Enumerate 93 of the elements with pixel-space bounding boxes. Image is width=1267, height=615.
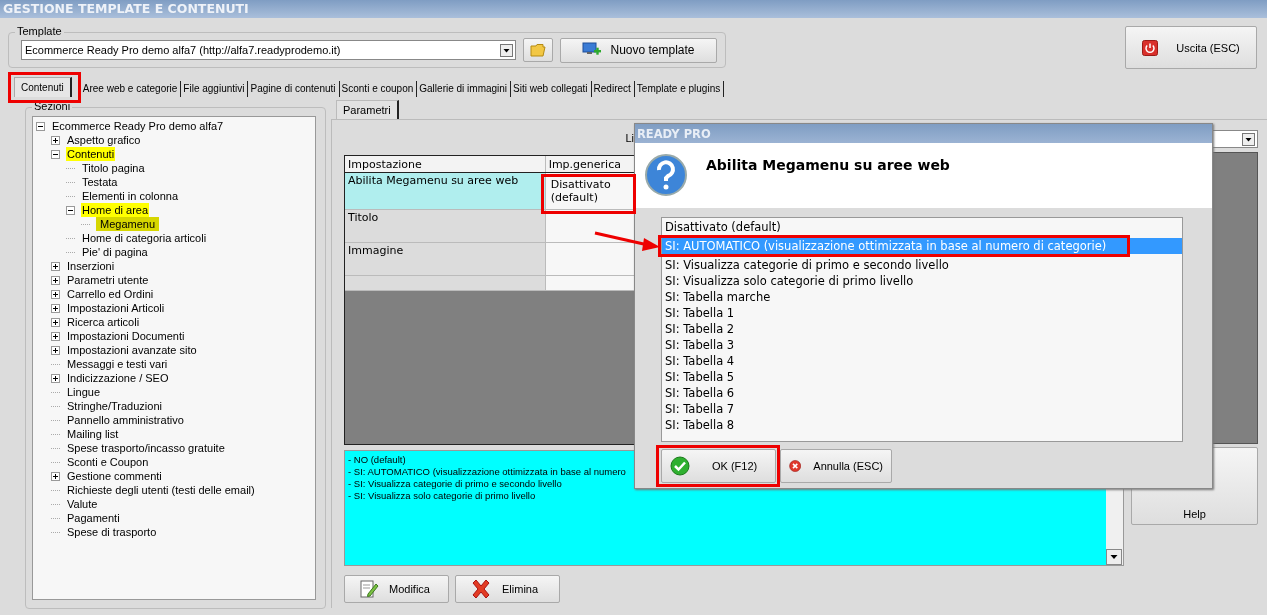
- tree-item[interactable]: Spese di trasporto: [66, 525, 158, 539]
- tab[interactable]: Aree web e categorie: [80, 81, 182, 97]
- column-header: Impostazione: [345, 156, 546, 173]
- dialog-title: READY PRO: [635, 124, 1212, 143]
- expand-icon[interactable]: [51, 135, 60, 145]
- list-option[interactable]: SI: Tabella 3: [662, 337, 1182, 353]
- description-line: - NO (default): [348, 454, 406, 466]
- tree-item[interactable]: Spese trasporto/incasso gratuite: [66, 441, 226, 455]
- new-template-button[interactable]: Nuovo template: [560, 37, 717, 63]
- list-option[interactable]: SI: Tabella 6: [662, 385, 1182, 401]
- group-label: Template: [15, 25, 64, 37]
- tree-item[interactable]: Aspetto grafico: [66, 133, 142, 147]
- tab[interactable]: Pagine di contenuti: [248, 81, 340, 97]
- template-dropdown[interactable]: Ecommerce Ready Pro demo alfa7 (http://alfa7.readyprodemo.it): [21, 40, 516, 60]
- dialog-question: Abilita Megamenu su aree web: [706, 156, 950, 175]
- list-option[interactable]: SI: Tabella 7: [662, 401, 1182, 417]
- tree-item[interactable]: Lingue: [66, 385, 102, 399]
- delete-button[interactable]: Elimina: [455, 575, 560, 603]
- check-icon: [670, 456, 690, 476]
- collapse-icon[interactable]: [51, 149, 60, 159]
- tree-item[interactable]: Pie' di pagina: [81, 245, 149, 259]
- collapse-icon[interactable]: [66, 205, 75, 215]
- expand-icon[interactable]: [51, 373, 60, 383]
- tree-item[interactable]: Indicizzazione / SEO: [66, 371, 170, 385]
- tree-item[interactable]: Mailing list: [66, 427, 120, 441]
- list-option[interactable]: SI: Visualizza solo categorie di primo livello: [662, 273, 1182, 289]
- list-option[interactable]: SI: Tabella 5: [662, 369, 1182, 385]
- expand-icon[interactable]: [51, 331, 60, 341]
- tab[interactable]: Redirect: [591, 81, 635, 97]
- ok-button[interactable]: OK (F12): [661, 449, 776, 483]
- expand-icon[interactable]: [51, 303, 60, 313]
- list-option[interactable]: SI: Visualizza categorie di primo e secondo livello: [662, 257, 1182, 273]
- monitor-plus-icon: [582, 42, 603, 58]
- list-option[interactable]: SI: Tabella marche: [662, 289, 1182, 305]
- tree-item[interactable]: Titolo pagina: [81, 161, 146, 175]
- expand-icon[interactable]: [51, 317, 60, 327]
- tab[interactable]: Parametri: [336, 100, 399, 119]
- expand-icon[interactable]: [51, 289, 60, 299]
- tab[interactable]: Sconti e coupon: [339, 81, 418, 97]
- tree-item[interactable]: Home di categoria articoli: [81, 231, 208, 245]
- cancel-button[interactable]: Annulla (ESC): [780, 449, 892, 483]
- tree-item[interactable]: Impostazioni avanzate sito: [66, 343, 198, 357]
- tree-item[interactable]: Ecommerce Ready Pro demo alfa7: [51, 119, 225, 133]
- tree-item[interactable]: Home di area: [81, 203, 150, 217]
- list-option[interactable]: SI: Tabella 1: [662, 305, 1182, 321]
- tab[interactable]: Siti web collegati: [511, 81, 592, 97]
- tree-item[interactable]: Testata: [81, 175, 119, 189]
- tab[interactable]: Contenuti: [14, 77, 72, 97]
- tree-item[interactable]: Messaggi e testi vari: [66, 357, 169, 371]
- tree-item[interactable]: Parametri utente: [66, 273, 150, 287]
- description-line: - SI: AUTOMATICO (visualizzazione ottimizzata in base al numero: [348, 466, 626, 478]
- tree-item[interactable]: Inserzioni: [66, 259, 116, 273]
- tab[interactable]: Template e plugins: [634, 81, 725, 97]
- field-label: Li: [625, 131, 634, 144]
- table-cell: Immagine: [345, 242, 546, 276]
- tree-item[interactable]: Impostazioni Articoli: [66, 301, 166, 315]
- table-cell: Abilita Megamenu su aree web: [345, 172, 546, 210]
- tab[interactable]: Gallerie di immagini: [417, 81, 512, 97]
- list-option[interactable]: Disattivato (default): [662, 219, 1182, 235]
- list-option[interactable]: SI: Tabella 8: [662, 417, 1182, 433]
- tree-item[interactable]: Impostazioni Documenti: [66, 329, 186, 343]
- tree-item[interactable]: Carrello ed Ordini: [66, 287, 155, 301]
- question-icon: [644, 153, 688, 197]
- tree-item[interactable]: Megamenu: [96, 217, 160, 231]
- table-cell: Titolo: [345, 209, 546, 243]
- expand-icon[interactable]: [51, 471, 60, 481]
- pencil-document-icon: [359, 579, 379, 599]
- tab[interactable]: File aggiuntivi: [181, 81, 249, 97]
- expand-icon[interactable]: [51, 261, 60, 271]
- edit-button[interactable]: Modifica: [344, 575, 449, 603]
- description-line: - SI: Visualizza categorie di primo e secondo livello: [348, 478, 562, 490]
- tree-item[interactable]: Stringhe/Traduzioni: [66, 399, 163, 413]
- tree-item[interactable]: Pagamenti: [66, 511, 121, 525]
- description-line: - SI: Visualizza solo categorie di primo livello: [348, 490, 536, 502]
- x-mark-icon: [470, 578, 492, 600]
- scroll-down-icon[interactable]: [1106, 549, 1122, 565]
- power-icon: [1142, 39, 1159, 56]
- tree-item[interactable]: Valute: [66, 497, 99, 511]
- tree-item[interactable]: Sconti e Coupon: [66, 455, 150, 469]
- list-option[interactable]: SI: Tabella 2: [662, 321, 1182, 337]
- tree-item[interactable]: Richieste degli utenti (testi delle email): [66, 483, 256, 497]
- folder-icon: [530, 43, 546, 57]
- expand-icon[interactable]: [51, 345, 60, 355]
- tree-item[interactable]: Pannello amministrativo: [66, 413, 185, 427]
- tree-item[interactable]: Contenuti: [66, 147, 116, 161]
- list-option[interactable]: SI: Tabella 4: [662, 353, 1182, 369]
- expand-icon[interactable]: [51, 275, 60, 285]
- collapse-icon[interactable]: [36, 121, 45, 131]
- window-title: GESTIONE TEMPLATE E CONTENUTI: [0, 0, 1267, 18]
- tree-item[interactable]: Gestione commenti: [66, 469, 163, 483]
- tree-item[interactable]: Ricerca articoli: [66, 315, 141, 329]
- exit-button[interactable]: Uscita (ESC): [1125, 26, 1257, 69]
- tree-item[interactable]: Elementi in colonna: [81, 189, 179, 203]
